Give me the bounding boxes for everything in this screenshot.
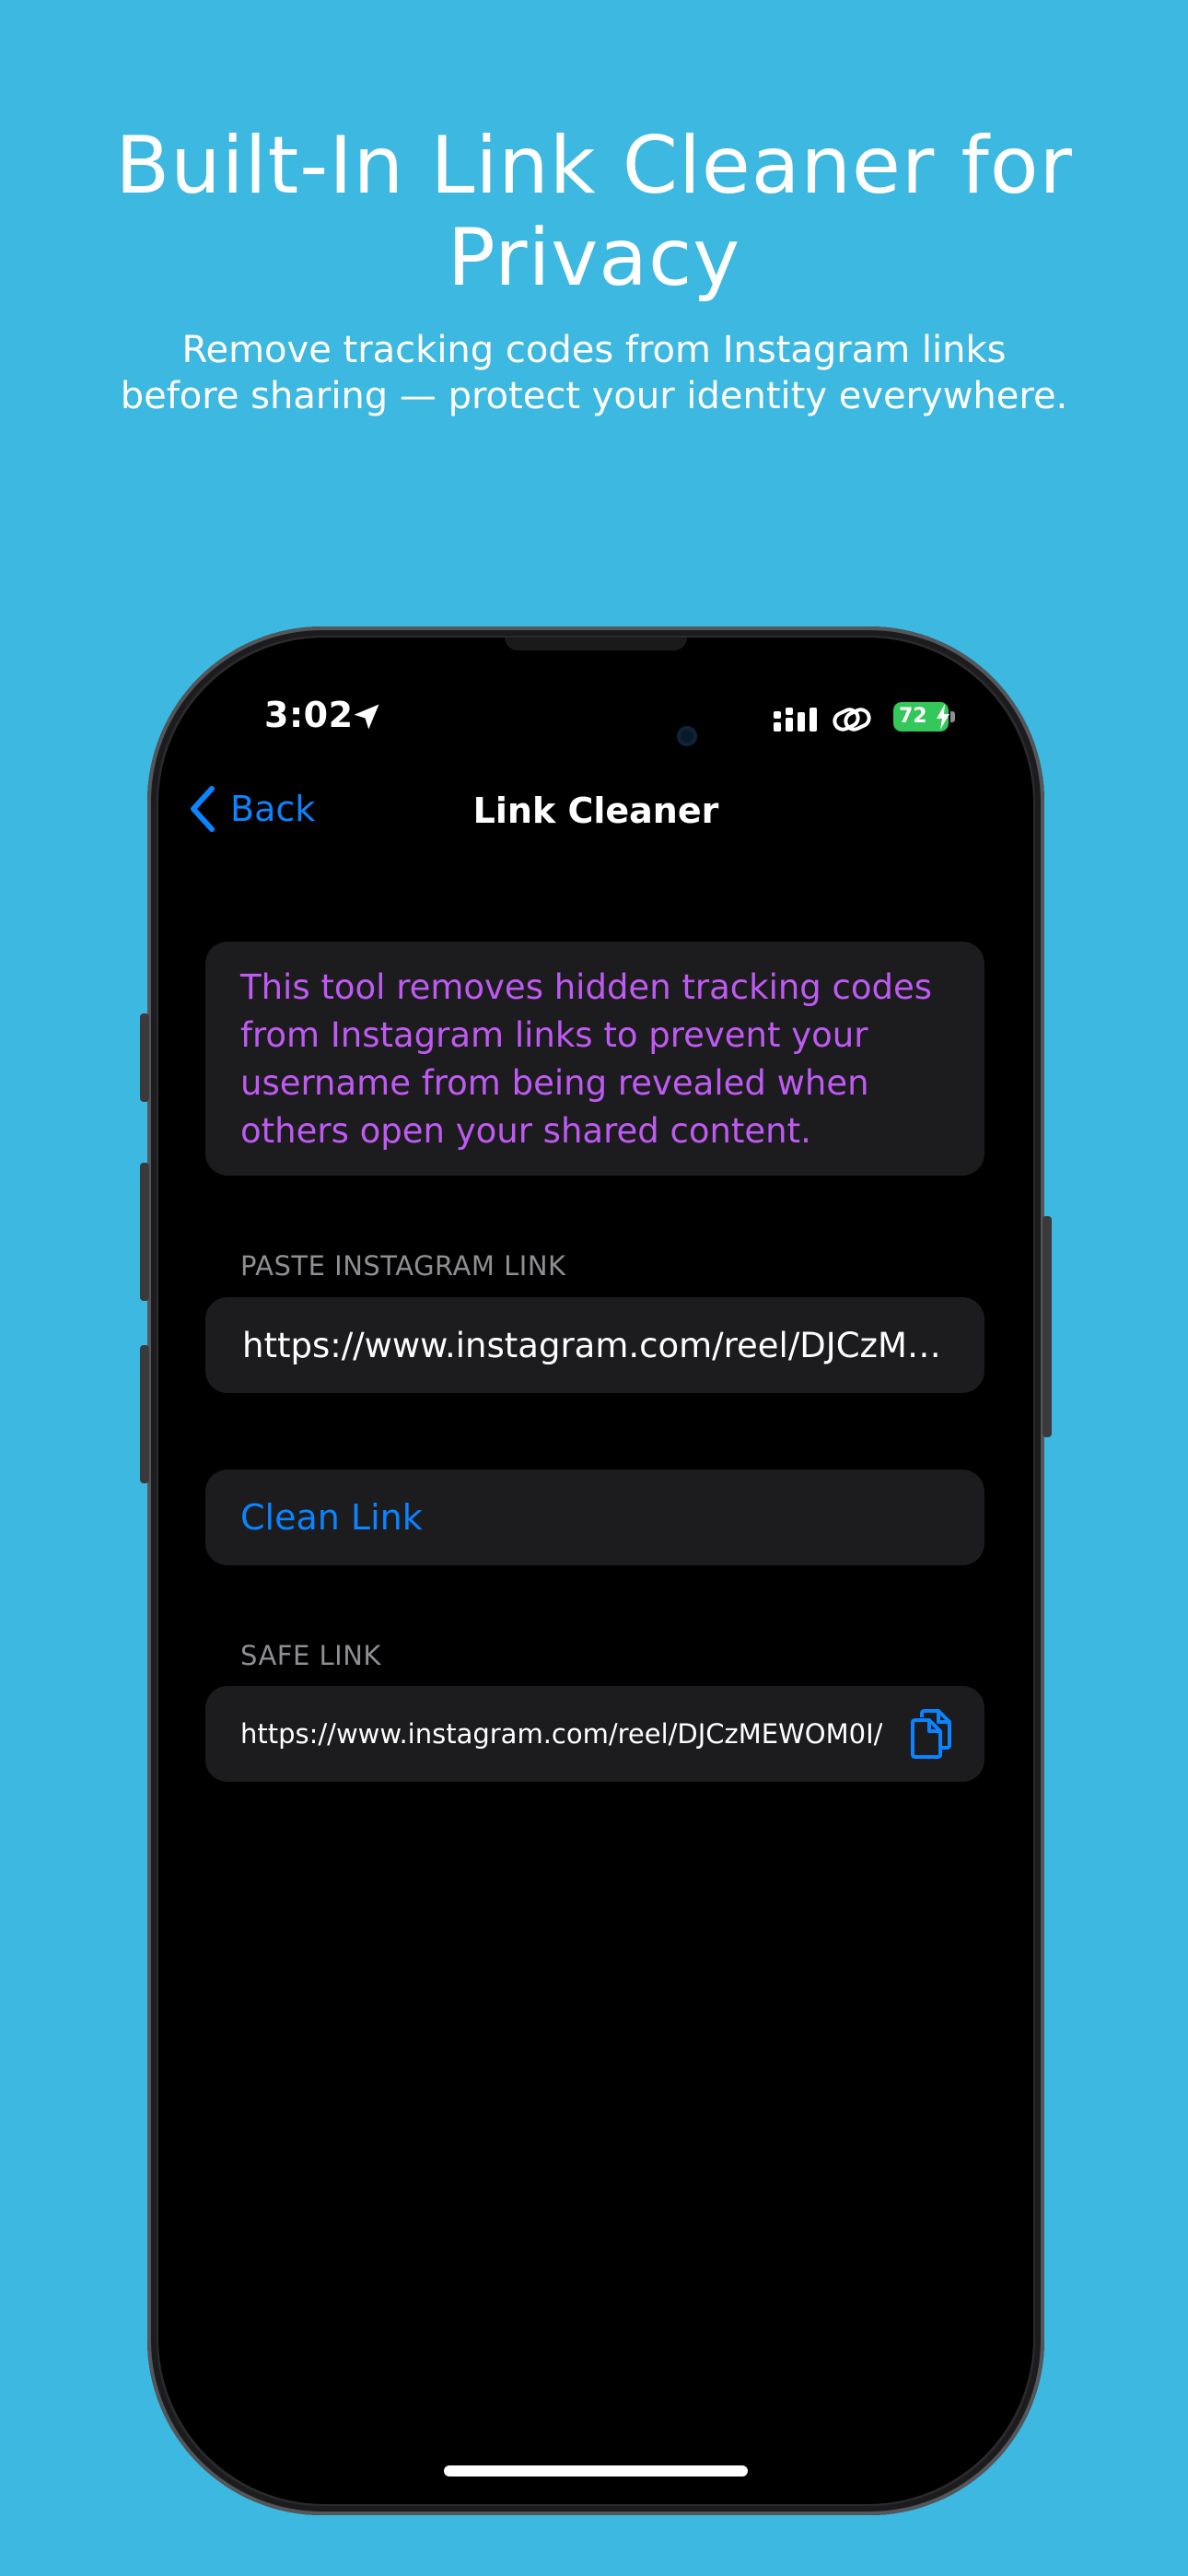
- promo-title: Built-In Link Cleaner for Privacy: [115, 120, 1073, 304]
- battery-cap: [950, 711, 955, 722]
- safe-link-label: SAFE LINK: [240, 1640, 381, 1671]
- speaker-notch: [505, 638, 687, 650]
- status-time: 3:02: [264, 695, 354, 735]
- copy-icon[interactable]: [909, 1708, 953, 1760]
- promo-subtitle-line-1: Remove tracking codes from Instagram lin…: [181, 329, 1007, 371]
- safe-link-value: https://www.instagram.com/reel/DJCzMEWOM…: [240, 1718, 883, 1750]
- power-button: [1042, 1216, 1052, 1437]
- phone-screen: 3:02 72 Back Link Cleaner This tool remo…: [158, 638, 1033, 2504]
- volume-down-button: [140, 1345, 149, 1483]
- paste-link-field[interactable]: [205, 1297, 984, 1393]
- location-arrow-icon: [354, 704, 379, 730]
- clean-link-button-label: Clean Link: [240, 1497, 423, 1538]
- info-message: This tool removes hidden tracking codes …: [205, 942, 984, 1176]
- promo-subtitle-line-2: before sharing — protect your identity e…: [120, 375, 1068, 417]
- paste-link-label: PASTE INSTAGRAM LINK: [240, 1250, 566, 1282]
- front-camera: [677, 726, 697, 746]
- clean-link-button[interactable]: Clean Link: [205, 1469, 984, 1565]
- promo-subtitle: Remove tracking codes from Instagram lin…: [55, 327, 1133, 419]
- signal-icon: [774, 708, 817, 732]
- instagram-link-input[interactable]: [240, 1324, 949, 1366]
- link-icon: [833, 708, 871, 732]
- page-title: Link Cleaner: [472, 790, 719, 831]
- home-indicator[interactable]: [444, 2465, 748, 2476]
- volume-up-button: [140, 1163, 149, 1301]
- charging-bolt-icon: [937, 704, 949, 730]
- safe-link-row: https://www.instagram.com/reel/DJCzMEWOM…: [205, 1686, 984, 1782]
- action-button: [140, 1013, 149, 1102]
